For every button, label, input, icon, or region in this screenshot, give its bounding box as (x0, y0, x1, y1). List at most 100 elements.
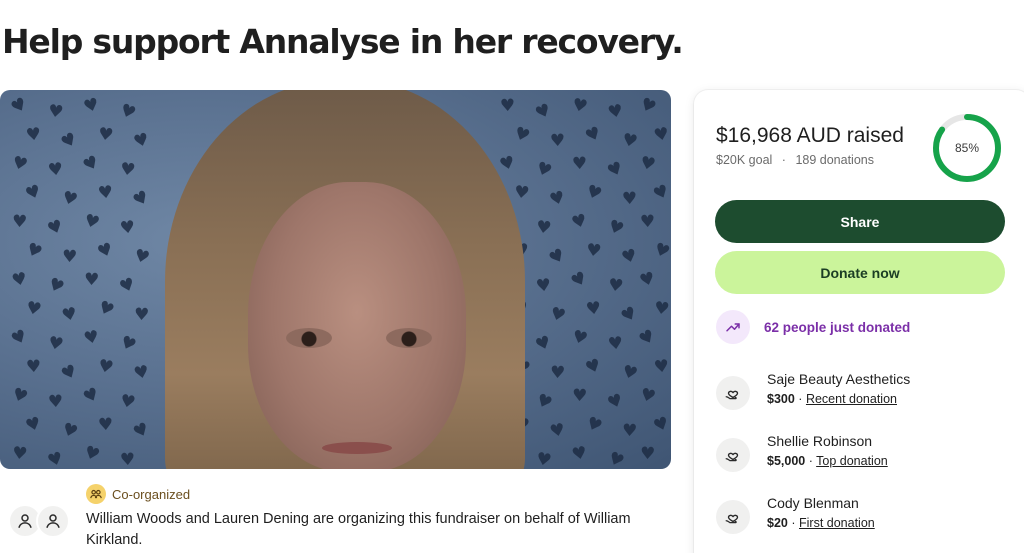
heart-pattern-icon: ♥ (534, 448, 554, 469)
user-icon (36, 504, 70, 538)
donation-meta: $5,000 · Top donation (767, 454, 888, 468)
heart-pattern-icon: ♥ (23, 413, 44, 437)
heart-pattern-icon: ♥ (532, 99, 555, 125)
heart-pattern-icon: ♥ (8, 325, 31, 351)
donation-amount: $5,000 (767, 454, 806, 468)
heart-pattern-icon: ♥ (96, 182, 115, 204)
heart-pattern-icon: ♥ (44, 215, 67, 241)
co-organized-label: Co-organized (112, 486, 191, 502)
heart-pattern-icon: ♥ (606, 275, 625, 297)
campaign-cover-photo[interactable]: ♥ ♥ ♥ ♥ ♥ ♥ ♥ ♥ ♥ ♥ ♥ ♥ ♥ ♥ ♥ ♥ ♥ ♥ ♥ ♥ ♥ ♥ ♥ ♥ ♥ ♥ ♥ ♥ ♥ ♥ ♥ ♥ ♥ ♥ ♥ ♥ ♥ ♥ ♥ ♥… (0, 90, 671, 469)
heart-pattern-icon: ♥ (617, 302, 641, 328)
heart-pattern-icon: ♥ (547, 303, 568, 327)
heart-pattern-icon: ♥ (534, 217, 553, 239)
page-title: Help support Annalyse in her recovery. (2, 22, 684, 61)
donate-now-button[interactable]: Donate now (715, 251, 1005, 294)
heart-pattern-icon: ♥ (637, 384, 658, 408)
heart-pattern-icon: ♥ (583, 180, 605, 206)
donation-card: $16,968 AUD raised $20K goal · 189 donat… (694, 90, 1024, 553)
donor-name: Saje Beauty Aesthetics (767, 371, 911, 387)
heart-pattern-icon: ♥ (118, 390, 138, 414)
heart-pattern-icon: ♥ (59, 419, 81, 444)
heart-pattern-icon: ♥ (651, 238, 671, 264)
photo-eye-right (386, 328, 432, 348)
heart-pattern-icon: ♥ (47, 391, 64, 413)
first-donation-link[interactable]: First donation (799, 516, 875, 530)
photo-eye-left (286, 328, 332, 348)
top-donation-link[interactable]: Top donation (816, 454, 888, 468)
heart-pattern-icon: ♥ (46, 332, 66, 356)
heart-pattern-icon: ♥ (118, 217, 137, 239)
heart-pattern-icon: ♥ (24, 124, 43, 146)
heart-pattern-icon: ♥ (131, 129, 152, 153)
heart-pattern-icon: ♥ (61, 246, 78, 268)
heart-pattern-icon: ♥ (584, 298, 603, 320)
heart-pattern-icon: ♥ (532, 389, 555, 415)
heart-pattern-icon: ♥ (604, 157, 627, 183)
heart-hand-icon (716, 438, 750, 472)
goal-amount: $20K goal (716, 153, 773, 167)
heart-pattern-icon: ♥ (46, 101, 65, 123)
heart-pattern-icon: ♥ (533, 157, 555, 183)
heart-pattern-icon: ♥ (9, 152, 30, 176)
donation-meta: $20 · First donation (767, 516, 875, 530)
heart-pattern-icon: ♥ (636, 93, 660, 119)
donation-amount: $20 (767, 516, 788, 530)
heart-pattern-icon: ♥ (94, 296, 117, 322)
people-icon (86, 484, 106, 504)
heart-hand-icon (716, 500, 750, 534)
heart-pattern-icon: ♥ (9, 268, 30, 292)
goal-summary: $20K goal · 189 donations (716, 153, 874, 167)
heart-pattern-icon: ♥ (620, 129, 640, 153)
heart-pattern-icon: ♥ (639, 443, 656, 465)
heart-pattern-icon: ♥ (652, 356, 671, 378)
heart-pattern-icon: ♥ (45, 448, 66, 469)
recent-donation-link[interactable]: Recent donation (806, 392, 897, 406)
heart-pattern-icon: ♥ (569, 326, 590, 350)
heart-pattern-icon: ♥ (635, 325, 659, 351)
heart-pattern-icon: ♥ (606, 100, 625, 124)
heart-pattern-icon: ♥ (652, 298, 671, 320)
heart-pattern-icon: ♥ (650, 180, 671, 206)
donor-name: Shellie Robinson (767, 433, 873, 449)
donor-name: Cody Blenman (767, 495, 859, 511)
heart-pattern-icon: ♥ (569, 210, 590, 234)
donation-separator: · (798, 392, 803, 406)
heart-pattern-icon: ♥ (22, 180, 45, 206)
heart-pattern-icon: ♥ (97, 414, 114, 436)
share-button[interactable]: Share (715, 200, 1005, 243)
heart-pattern-icon: ♥ (133, 304, 150, 326)
heart-pattern-icon: ♥ (571, 153, 588, 175)
heart-pattern-icon: ♥ (11, 443, 29, 465)
heart-pattern-icon: ♥ (652, 123, 671, 147)
donation-item: Shellie Robinson $5,000 · Top donation (716, 433, 1006, 477)
progress-ring: 85% (931, 112, 1003, 184)
heart-hand-icon (716, 376, 750, 410)
trending-up-icon (716, 310, 750, 344)
heart-pattern-icon: ♥ (549, 362, 566, 384)
heart-pattern-icon: ♥ (44, 273, 67, 299)
heart-pattern-icon: ♥ (22, 238, 45, 264)
heart-pattern-icon: ♥ (512, 182, 531, 204)
donation-item: Saje Beauty Aesthetics $300 · Recent don… (716, 371, 1006, 415)
photo-mouth (322, 442, 392, 454)
heart-pattern-icon: ♥ (58, 360, 81, 386)
heart-pattern-icon: ♥ (11, 211, 28, 233)
heart-pattern-icon: ♥ (116, 331, 139, 357)
momentum-text: 62 people just donated (764, 319, 911, 335)
photo-face (248, 182, 466, 469)
heart-pattern-icon: ♥ (637, 268, 658, 292)
heart-pattern-icon: ♥ (24, 297, 44, 321)
heart-pattern-icon: ♥ (118, 159, 137, 181)
donation-separator: · (791, 516, 796, 530)
organizers-section: Co-organized William Woods and Lauren De… (8, 484, 678, 553)
heart-pattern-icon: ♥ (606, 333, 625, 355)
heart-pattern-icon: ♥ (570, 94, 590, 118)
organizers-description: William Woods and Lauren Dening are orga… (86, 511, 631, 548)
heart-pattern-icon: ♥ (605, 215, 627, 241)
organizer-avatars[interactable] (8, 504, 74, 538)
heart-pattern-icon: ♥ (80, 383, 103, 409)
donation-amount: $300 (767, 392, 795, 406)
heart-pattern-icon: ♥ (129, 186, 153, 212)
heart-pattern-icon: ♥ (96, 124, 115, 146)
